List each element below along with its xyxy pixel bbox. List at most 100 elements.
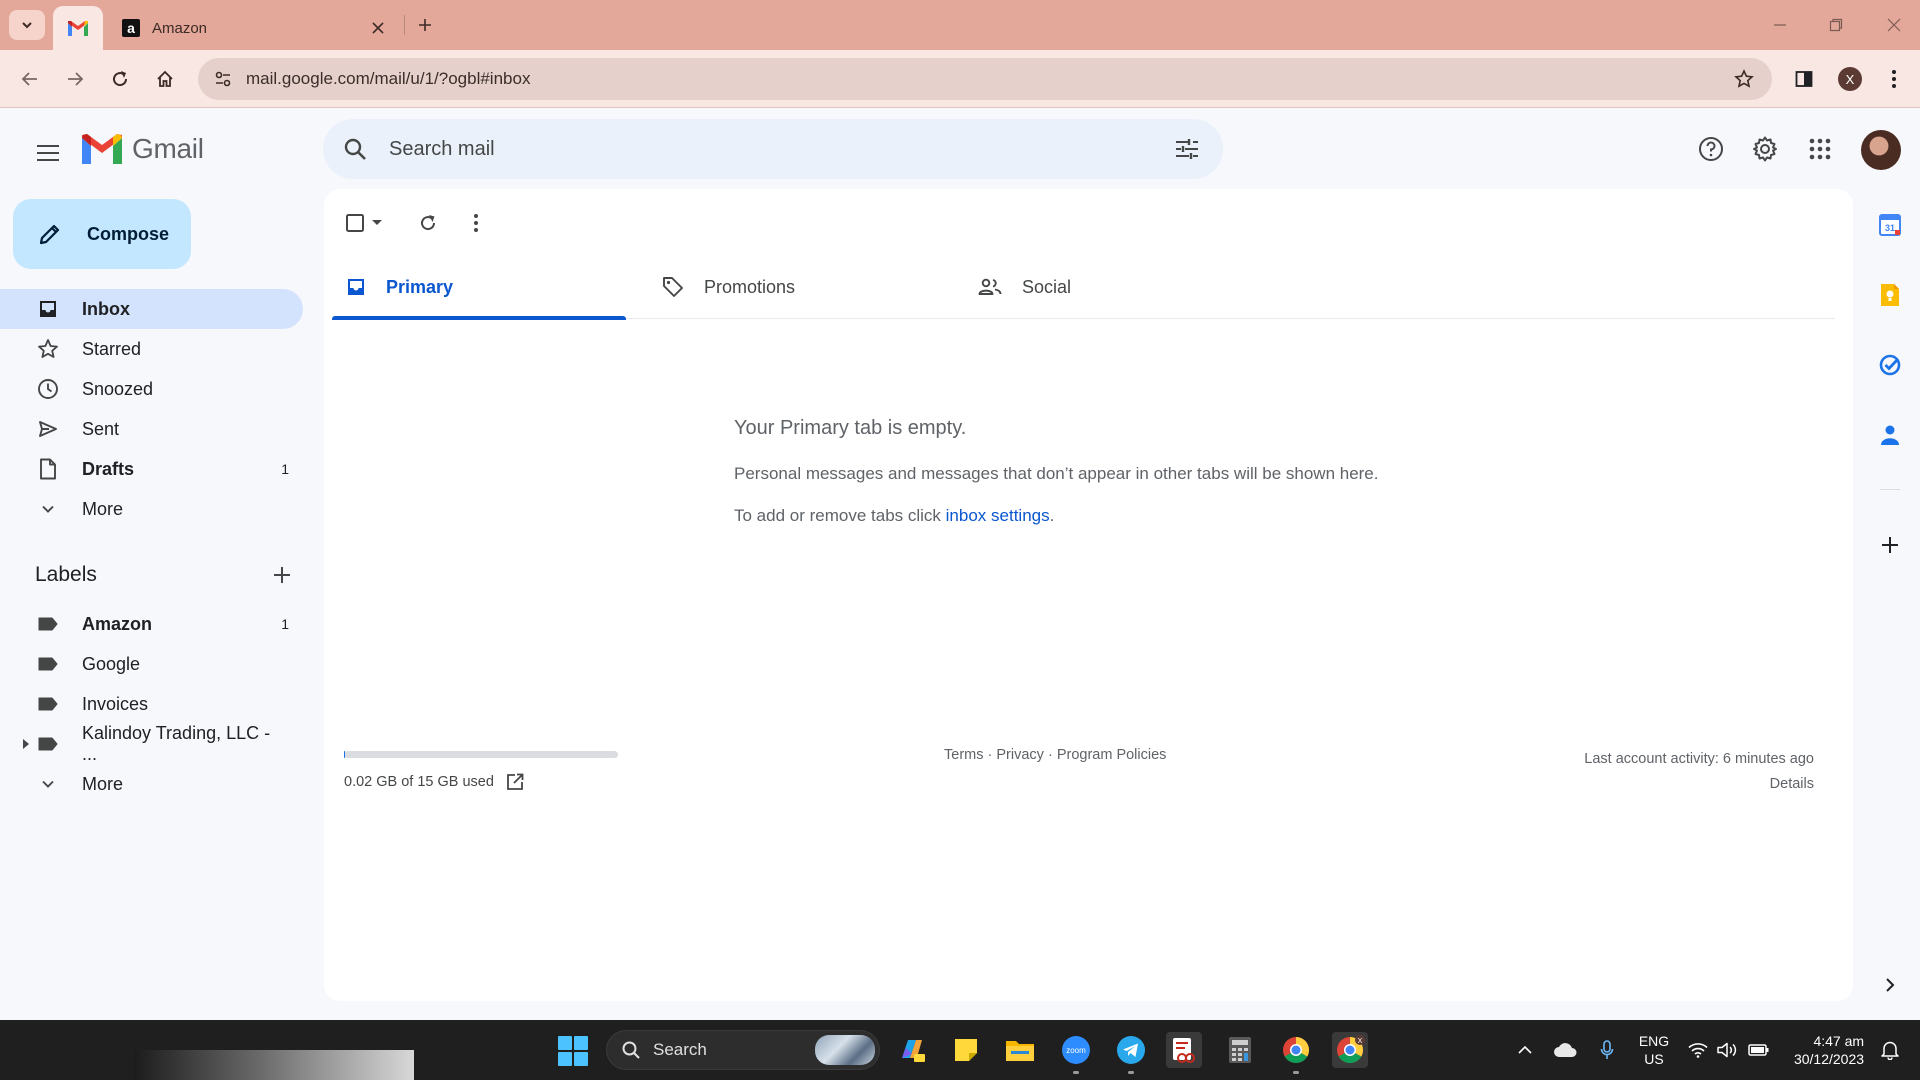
taskbar-zoom[interactable]: zoom — [1058, 1032, 1094, 1074]
label-item-more[interactable]: More — [0, 764, 303, 804]
browser-tab-gmail[interactable] — [53, 6, 103, 50]
label-item-amazon[interactable]: Amazon 1 — [0, 604, 303, 644]
search-icon — [344, 138, 366, 160]
profile-avatar[interactable]: X — [1838, 67, 1862, 91]
microphone-tray-icon[interactable] — [1594, 1020, 1620, 1080]
empty-state: Your Primary tab is empty. Personal mess… — [734, 417, 1379, 526]
caret-down-icon — [372, 220, 382, 225]
keep-app-button[interactable] — [1870, 275, 1910, 315]
hide-side-panel-button[interactable] — [1870, 965, 1910, 1005]
address-bar[interactable]: mail.google.com/mail/u/1/?ogbl#inbox — [198, 58, 1772, 100]
side-panel-divider — [1880, 489, 1900, 490]
calendar-app-button[interactable]: 31 — [1870, 205, 1910, 245]
volume-tray-icon[interactable] — [1716, 1020, 1740, 1080]
tab-social[interactable]: Social — [964, 255, 1258, 319]
search-input[interactable] — [389, 137, 1163, 161]
taskbar-copilot[interactable] — [894, 1032, 930, 1068]
label-item-google[interactable]: Google — [0, 644, 303, 684]
gmail-logo[interactable]: Gmail — [82, 133, 204, 165]
close-window-button[interactable] — [1874, 10, 1914, 40]
account-avatar[interactable] — [1861, 130, 1901, 170]
taskbar-telegram[interactable] — [1113, 1032, 1149, 1074]
tasks-app-button[interactable] — [1870, 345, 1910, 385]
back-button[interactable] — [12, 61, 48, 97]
label-item-invoices[interactable]: Invoices — [0, 684, 303, 724]
notifications-button[interactable] — [1876, 1020, 1904, 1080]
refresh-button[interactable] — [404, 205, 452, 241]
privacy-link[interactable]: Privacy — [996, 747, 1044, 763]
contacts-app-button[interactable] — [1870, 415, 1910, 455]
get-addons-button[interactable] — [1870, 525, 1910, 565]
taskbar-search[interactable]: Search — [606, 1030, 880, 1070]
windows-taskbar: Search zoom X ENG US 4:47 am 30/12/2023 — [0, 1020, 1920, 1080]
home-button[interactable] — [147, 61, 183, 97]
bookmark-button[interactable] — [1724, 61, 1764, 97]
restore-button[interactable] — [1816, 10, 1856, 40]
minimize-button[interactable] — [1760, 10, 1800, 40]
sidebar-item-label: Starred — [82, 338, 142, 359]
tab-search-button[interactable] — [9, 10, 45, 40]
select-all-button[interactable] — [338, 205, 390, 241]
activity-details-link[interactable]: Details — [1584, 772, 1814, 797]
compose-button[interactable]: Compose — [13, 199, 191, 269]
search-options-button[interactable] — [1163, 125, 1211, 173]
taskbar-sticky-notes[interactable] — [948, 1032, 984, 1068]
taskbar-calculator[interactable] — [1222, 1032, 1258, 1068]
terms-link[interactable]: Terms — [944, 747, 983, 763]
reload-button[interactable] — [102, 61, 138, 97]
chevron-right-icon — [1886, 978, 1895, 992]
taskbar-chrome-profile-2[interactable]: X — [1332, 1032, 1368, 1068]
sidebar-item-snoozed[interactable]: Snoozed — [0, 369, 303, 409]
forward-button[interactable] — [57, 61, 93, 97]
main-menu-button[interactable] — [24, 129, 72, 177]
google-apps-button[interactable] — [1796, 125, 1844, 173]
search-button[interactable] — [331, 125, 379, 173]
settings-button[interactable] — [1741, 125, 1789, 173]
category-tabs: Primary Promotions Social — [332, 255, 1835, 320]
label-icon — [36, 692, 60, 716]
create-label-button[interactable] — [267, 560, 297, 590]
taskbar-snipping-tool[interactable] — [1166, 1032, 1202, 1068]
site-info-button[interactable] — [204, 63, 242, 95]
taskbar-chrome-profile-1[interactable] — [1278, 1032, 1314, 1074]
search-highlight-image — [815, 1035, 875, 1065]
search-icon — [622, 1041, 640, 1059]
inbox-icon — [348, 279, 364, 295]
language-indicator[interactable]: ENG US — [1634, 1020, 1674, 1080]
show-hidden-icons-button[interactable] — [1512, 1020, 1538, 1080]
sidebar-item-drafts[interactable]: Drafts 1 — [0, 449, 303, 489]
clock[interactable]: 4:47 am 30/12/2023 — [1782, 1020, 1876, 1080]
compose-label: Compose — [87, 223, 170, 244]
storage-progress-fill — [344, 751, 346, 758]
more-options-button[interactable] — [456, 205, 496, 241]
sidebar-item-starred[interactable]: Starred — [0, 329, 303, 369]
program-policies-link[interactable]: Program Policies — [1057, 747, 1167, 763]
browser-tab-amazon[interactable]: a Amazon — [110, 6, 400, 50]
apps-grid-icon — [1809, 138, 1831, 160]
svg-text:zoom: zoom — [1066, 1046, 1086, 1055]
taskbar-file-explorer[interactable] — [1002, 1032, 1038, 1068]
side-panel-button[interactable] — [1786, 61, 1822, 97]
onedrive-tray-icon[interactable] — [1550, 1020, 1580, 1080]
speaker-icon — [1717, 1042, 1737, 1058]
browser-menu-button[interactable] — [1876, 61, 1912, 97]
sidebar-item-more[interactable]: More — [0, 489, 303, 529]
support-button[interactable] — [1687, 125, 1735, 173]
sidebar-item-inbox[interactable]: Inbox — [0, 289, 303, 329]
manage-storage-button[interactable] — [504, 771, 526, 793]
wifi-tray-icon[interactable] — [1686, 1020, 1710, 1080]
start-button[interactable] — [558, 1036, 588, 1066]
battery-tray-icon[interactable] — [1746, 1020, 1772, 1080]
label-item-kalindoy-trading[interactable]: Kalindoy Trading, LLC - ... — [0, 723, 303, 764]
tab-promotions[interactable]: Promotions — [648, 255, 942, 319]
new-tab-button[interactable] — [412, 12, 438, 38]
label-item-name: Kalindoy Trading, LLC - ... — [82, 723, 271, 764]
star-icon — [1734, 69, 1754, 88]
tab-close-button[interactable] — [366, 16, 390, 40]
restore-icon — [1829, 18, 1843, 32]
tab-primary[interactable]: Primary — [332, 255, 626, 320]
side-panel-icon — [1795, 71, 1813, 87]
inbox-settings-link[interactable]: inbox settings — [946, 506, 1050, 525]
expand-arrow-icon[interactable] — [22, 738, 30, 750]
sidebar-item-sent[interactable]: Sent — [0, 409, 303, 449]
